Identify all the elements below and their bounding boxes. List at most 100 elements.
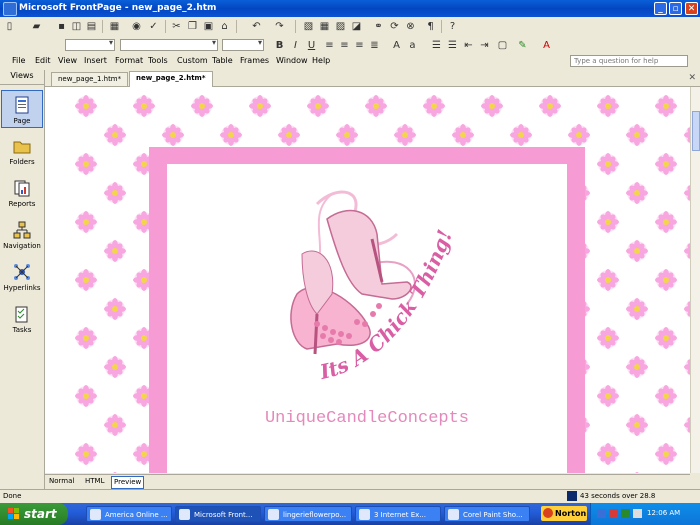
print-icon[interactable]: ▦ <box>108 20 121 33</box>
copy-icon[interactable]: ❐ <box>186 20 199 33</box>
spelling-icon[interactable]: ✓ <box>147 20 160 33</box>
undo-icon[interactable]: ↶ <box>250 20 263 33</box>
vertical-scrollbar[interactable] <box>690 87 700 473</box>
menu-help[interactable]: Help <box>312 56 330 65</box>
menu-table[interactable]: Table <box>212 56 233 65</box>
increase-indent-icon[interactable]: ⇥ <box>478 39 491 52</box>
tab-new-page-2[interactable]: new_page_2.htm* <box>129 71 213 87</box>
maximize-button[interactable]: ▫ <box>669 2 682 15</box>
view-reports-label: Reports <box>8 200 36 208</box>
justify-icon[interactable]: ≣ <box>368 39 381 52</box>
ask-question-input[interactable]: Type a question for help <box>570 55 688 67</box>
style-dropdown[interactable] <box>65 38 115 51</box>
publish-icon[interactable]: ◫ <box>70 20 83 33</box>
flower-icon <box>162 124 184 146</box>
minimize-button[interactable]: _ <box>654 2 667 15</box>
font-size-dropdown[interactable] <box>222 38 264 51</box>
insert-table-icon[interactable]: ▦ <box>318 20 331 33</box>
view-page[interactable]: Page <box>1 90 43 128</box>
align-right-icon[interactable]: ≡ <box>353 39 366 52</box>
show-all-icon[interactable]: ¶ <box>424 20 437 33</box>
flower-icon <box>597 269 619 291</box>
numbering-icon[interactable]: ☰ <box>430 39 443 52</box>
help-icon[interactable]: ? <box>446 20 459 33</box>
taskbar-button-internet-explorer[interactable]: 3 Internet Ex... <box>355 506 441 522</box>
stop-icon[interactable]: ⊗ <box>404 20 417 33</box>
view-page-label: Page <box>13 117 31 125</box>
font-dropdown[interactable] <box>120 38 218 51</box>
flower-icon <box>655 327 677 349</box>
drawing-icon[interactable]: ◪ <box>350 20 363 33</box>
tray-icon-2[interactable] <box>609 509 618 518</box>
aol-icon <box>90 509 101 520</box>
hyperlink-icon[interactable]: ⚭ <box>372 20 385 33</box>
menu-window[interactable]: Window <box>276 56 308 65</box>
tray-icon-1[interactable] <box>597 509 606 518</box>
menu-view[interactable]: View <box>58 56 77 65</box>
menu-tools[interactable]: Tools <box>148 56 168 65</box>
folder-list-icon[interactable]: ▤ <box>85 20 98 33</box>
flower-icon <box>75 95 97 117</box>
menu-frames[interactable]: Frames <box>240 56 269 65</box>
folders-view-icon <box>13 141 31 154</box>
menu-custom[interactable]: Custom <box>177 56 208 65</box>
taskbar-button-corel[interactable]: Corel Paint Sho... <box>444 506 530 522</box>
view-folders[interactable]: Folders <box>1 132 43 170</box>
align-left-icon[interactable]: ≡ <box>323 39 336 52</box>
increase-font-icon[interactable]: A <box>390 39 403 52</box>
close-tab-icon[interactable]: ✕ <box>688 73 696 83</box>
flower-icon <box>655 211 677 233</box>
view-navigation[interactable]: Navigation <box>1 216 43 254</box>
decrease-font-icon[interactable]: a <box>406 39 419 52</box>
close-button[interactable]: ✕ <box>685 2 698 15</box>
flower-icon <box>597 153 619 175</box>
tab-html[interactable]: HTML <box>83 476 106 487</box>
flower-icon <box>626 298 648 320</box>
norton-button[interactable]: Norton <box>541 506 587 521</box>
flower-icon <box>104 298 126 320</box>
flower-icon <box>655 95 677 117</box>
view-tasks[interactable]: Tasks <box>1 300 43 338</box>
menu-insert[interactable]: Insert <box>84 56 107 65</box>
redo-icon[interactable]: ↷ <box>273 20 286 33</box>
tab-new-page-1[interactable]: new_page_1.htm* <box>51 72 129 86</box>
insert-picture-icon[interactable]: ▨ <box>334 20 347 33</box>
decrease-indent-icon[interactable]: ⇤ <box>462 39 475 52</box>
page-canvas[interactable]: Its A Chick Thing! UniqueCandleConcepts <box>45 87 690 473</box>
view-hyperlinks[interactable]: Hyperlinks <box>1 258 43 296</box>
underline-icon[interactable]: U <box>305 39 318 52</box>
menu-format[interactable]: Format <box>115 56 143 65</box>
tray-icon-3[interactable] <box>621 509 630 518</box>
align-center-icon[interactable]: ≡ <box>338 39 351 52</box>
borders-icon[interactable]: ▢ <box>496 39 509 52</box>
web-component-icon[interactable]: ▧ <box>302 20 315 33</box>
flower-icon <box>597 443 619 465</box>
taskbar-button-aol[interactable]: America Online ... <box>86 506 172 522</box>
menu-file[interactable]: File <box>12 56 25 65</box>
paste-icon[interactable]: ▣ <box>202 20 215 33</box>
bullets-icon[interactable]: ☰ <box>446 39 459 52</box>
new-page-icon[interactable]: ▯ <box>3 20 16 33</box>
format-painter-icon[interactable]: ⌂ <box>218 20 231 33</box>
cut-icon[interactable]: ✂ <box>170 20 183 33</box>
start-button[interactable]: start <box>0 503 68 525</box>
open-icon[interactable]: ▰ <box>30 20 43 33</box>
view-reports[interactable]: Reports <box>1 174 43 212</box>
taskbar: start America Online ... Microsoft Front… <box>0 503 700 525</box>
tab-preview[interactable]: Preview <box>111 476 145 489</box>
highlight-icon[interactable]: ✎ <box>516 39 529 52</box>
refresh-icon[interactable]: ⟳ <box>388 20 401 33</box>
font-color-icon[interactable]: A <box>540 39 553 52</box>
tray-icon-4[interactable] <box>633 509 642 518</box>
scroll-thumb[interactable] <box>692 111 700 151</box>
taskbar-button-image[interactable]: lingerieflowerpo... <box>264 506 352 522</box>
save-icon[interactable]: ▪ <box>55 20 68 33</box>
taskbar-button-frontpage[interactable]: Microsoft Front... <box>175 506 261 522</box>
preview-in-browser-icon[interactable]: ◉ <box>130 20 143 33</box>
tab-normal[interactable]: Normal <box>47 476 76 487</box>
bold-icon[interactable]: B <box>273 39 286 52</box>
internet-explorer-icon <box>359 509 370 520</box>
flower-icon <box>568 124 590 146</box>
italic-icon[interactable]: I <box>289 39 302 52</box>
menu-edit[interactable]: Edit <box>35 56 51 65</box>
